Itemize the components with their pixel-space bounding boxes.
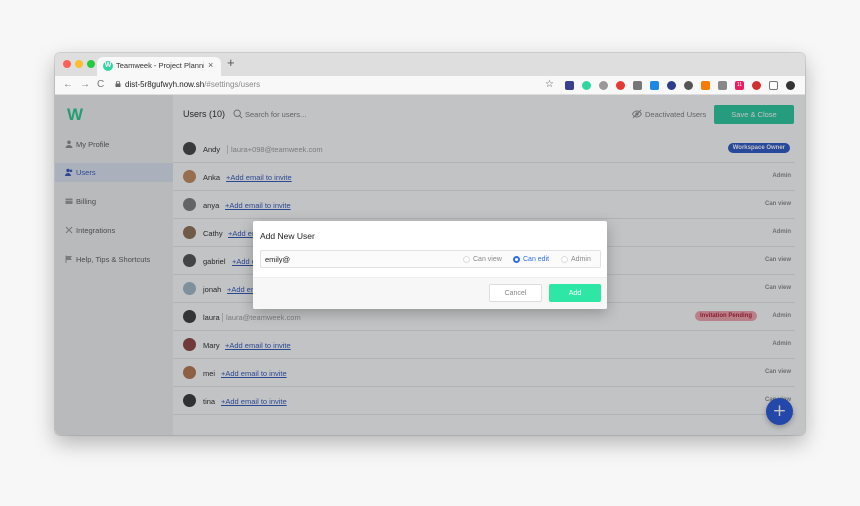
cancel-button[interactable]: Cancel xyxy=(489,284,542,302)
forward-arrow-icon[interactable]: → xyxy=(80,79,90,91)
new-user-field: Can view Can edit Admin xyxy=(260,250,601,268)
close-window-button[interactable] xyxy=(63,60,71,68)
minimize-window-button[interactable] xyxy=(75,60,83,68)
url-host: dist-5r8gufwyh.now.sh xyxy=(125,80,205,89)
tab-bar: W Teamweek - Project Planning 0 × + xyxy=(55,53,805,76)
extension-camera-icon[interactable] xyxy=(633,81,642,90)
maximize-window-button[interactable] xyxy=(87,60,95,68)
radio-label-can-view: Can view xyxy=(473,256,502,263)
extension-frame-icon[interactable] xyxy=(769,81,778,90)
extension-screenshot-icon[interactable] xyxy=(650,81,659,90)
bookmark-star-icon[interactable]: ☆ xyxy=(545,79,554,90)
url-field[interactable]: dist-5r8gufwyh.now.sh/#settings/users xyxy=(125,80,260,89)
app: W My Profile Users Billing Integrations … xyxy=(55,95,805,435)
extension-red-icon[interactable] xyxy=(616,81,625,90)
radio-label-can-edit: Can edit xyxy=(523,256,550,263)
back-arrow-icon[interactable]: ← xyxy=(63,79,73,91)
pinterest-icon[interactable] xyxy=(752,81,761,90)
teamweek-favicon-icon: W xyxy=(103,61,113,71)
add-user-modal: Add New User Can view Can edit Admin Can… xyxy=(253,221,607,309)
modal-footer: Cancel Add xyxy=(253,277,607,309)
extension-id-icon[interactable] xyxy=(565,81,574,90)
reload-icon[interactable]: C xyxy=(97,79,104,91)
extension-circle-icon[interactable] xyxy=(599,81,608,90)
extension-teamweek-icon[interactable] xyxy=(582,81,591,90)
radio-label-admin: Admin xyxy=(571,256,591,263)
new-tab-button[interactable]: + xyxy=(227,56,235,70)
extension-shield-icon[interactable] xyxy=(667,81,676,90)
radio-can-view[interactable] xyxy=(463,256,470,263)
lock-icon xyxy=(115,81,121,87)
address-bar: ← → C dist-5r8gufwyh.now.sh/#settings/us… xyxy=(55,76,805,95)
profile-avatar[interactable] xyxy=(786,81,795,90)
browser-window: W Teamweek - Project Planning 0 × + ← → … xyxy=(55,53,805,435)
tab-close-icon[interactable]: × xyxy=(208,60,213,70)
tab-title: Teamweek - Project Planning 0 xyxy=(116,61,204,70)
url-path: /#settings/users xyxy=(204,80,261,89)
radio-admin[interactable] xyxy=(561,256,568,263)
add-button[interactable]: Add xyxy=(549,284,601,302)
email-input[interactable] xyxy=(265,253,415,265)
extension-grey-icon[interactable] xyxy=(718,81,727,90)
modal-title: Add New User xyxy=(260,231,315,241)
browser-tab[interactable]: W Teamweek - Project Planning 0 × xyxy=(97,57,221,76)
radio-can-edit[interactable] xyxy=(513,256,520,263)
extension-badge-icon[interactable]: 11 xyxy=(735,81,744,90)
extension-orange-icon[interactable] xyxy=(701,81,710,90)
extension-globe-icon[interactable] xyxy=(684,81,693,90)
